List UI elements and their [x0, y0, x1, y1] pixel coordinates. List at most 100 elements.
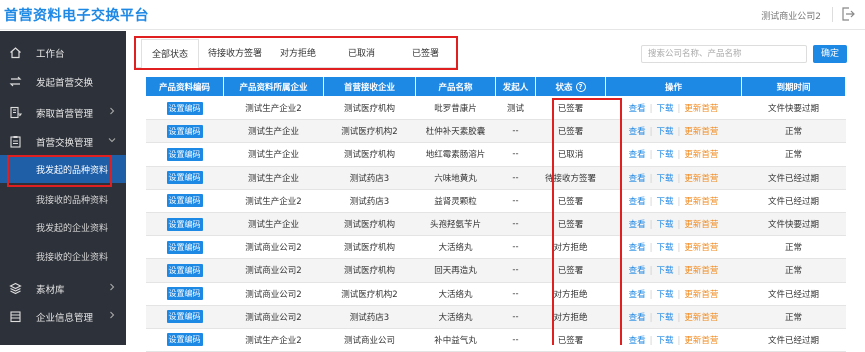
sidebar-subitem-my-initiated-companies[interactable]: 我发起的企业资料: [0, 213, 126, 241]
cell-initiator: --: [495, 212, 536, 237]
cell-owner: 测试生产企业: [223, 142, 324, 167]
sidebar: 工作台 发起首营交换 索取首营管理 首营交换管理 我发起的品种资料 我接收的品种…: [0, 31, 126, 345]
action-divider: |: [649, 243, 653, 254]
view-link[interactable]: 查看: [629, 220, 646, 230]
cell-actions: 查看 | 下载 | 更新首营: [605, 212, 742, 237]
sidebar-item-request-management[interactable]: 索取首营管理: [0, 98, 126, 126]
view-link[interactable]: 查看: [629, 150, 646, 160]
search-input[interactable]: [641, 45, 807, 63]
download-link[interactable]: 下载: [656, 174, 673, 184]
cell-receiver: 测试药店3: [323, 166, 416, 190]
logout-icon[interactable]: [841, 6, 855, 22]
cell-product: 大活络丸: [415, 282, 496, 306]
search-confirm-button[interactable]: 确定: [813, 45, 847, 63]
sidebar-item-company-info[interactable]: 企业信息管理: [0, 302, 126, 330]
download-link[interactable]: 下载: [656, 290, 673, 300]
sidebar-item-exchange-management[interactable]: 首营交换管理: [0, 127, 126, 155]
update-link[interactable]: 更新首营: [684, 150, 718, 160]
view-link[interactable]: 查看: [629, 290, 646, 300]
sidebar-item-label: 索取首营管理: [36, 109, 94, 120]
update-link[interactable]: 更新首营: [684, 104, 718, 114]
set-code-button[interactable]: 设置编码: [166, 240, 203, 254]
sidebar-item-materials[interactable]: 素材库: [0, 274, 126, 302]
column-header: 首营接收企业: [323, 76, 416, 97]
set-code-button[interactable]: 设置编码: [166, 263, 203, 277]
view-link[interactable]: 查看: [629, 313, 646, 323]
cell-receiver: 测试医疗机构: [323, 96, 416, 121]
cell-actions: 查看 | 下载 | 更新首营: [605, 189, 742, 213]
company-name[interactable]: 测试商业公司2: [761, 9, 821, 22]
table-row: 设置编码 测试生产企业2 测试商业公司 补中益气丸 -- 已签署 查看 | 下载 | 更新首营 文件已…: [145, 328, 846, 352]
cell-code: 设置编码: [145, 328, 224, 352]
help-icon[interactable]: ?: [575, 82, 586, 92]
download-link[interactable]: 下载: [656, 150, 673, 160]
cell-expiry: 文件快要过期: [741, 96, 846, 121]
update-link[interactable]: 更新首营: [684, 243, 718, 253]
cell-code: 设置编码: [145, 282, 224, 306]
table-row: 设置编码 测试生产企业 测试医疗机构2 杜仲补天素胶囊 -- 已签署 查看 | 下载 | 更新首营正…: [145, 119, 846, 144]
set-code-button[interactable]: 设置编码: [166, 287, 203, 301]
cell-owner: 测试生产企业: [223, 212, 324, 237]
set-code-button[interactable]: 设置编码: [166, 194, 203, 208]
sidebar-item-start-exchange[interactable]: 发起首营交换: [0, 67, 126, 95]
download-link[interactable]: 下载: [656, 104, 673, 114]
cell-receiver: 测试医疗机构: [323, 142, 416, 167]
download-link[interactable]: 下载: [656, 127, 673, 137]
update-link[interactable]: 更新首营: [684, 174, 718, 184]
cell-receiver: 测试药店3: [323, 305, 416, 329]
cell-owner: 测试生产企业: [223, 166, 324, 190]
update-link[interactable]: 更新首营: [684, 127, 718, 137]
table-row: 设置编码 测试生产企业2 测试药店3 益肾灵颗粒 -- 已签署 查看 | 下载 | 更新首营 文件已经…: [145, 189, 846, 213]
sidebar-item-dashboard[interactable]: 工作台: [0, 38, 126, 66]
highlight-box-sidebar: [7, 155, 112, 187]
set-code-button[interactable]: 设置编码: [166, 124, 203, 138]
table-row: 设置编码 测试商业公司2 测试医疗机构2 大活络丸 -- 对方拒绝 查看 | 下载 | 更新首营 文件…: [145, 282, 846, 306]
action-divider: |: [677, 243, 681, 254]
download-link[interactable]: 下载: [656, 197, 673, 207]
download-link[interactable]: 下载: [656, 266, 673, 276]
cell-code: 设置编码: [145, 119, 224, 144]
cell-actions: 查看 | 下载 | 更新首营: [605, 282, 742, 306]
column-header: 产品名称: [415, 76, 496, 97]
cell-initiator: --: [495, 305, 536, 329]
view-link[interactable]: 查看: [629, 104, 646, 114]
set-code-button[interactable]: 设置编码: [166, 101, 203, 115]
download-link[interactable]: 下载: [656, 336, 673, 346]
download-link[interactable]: 下载: [656, 220, 673, 230]
column-header-label: 状态: [555, 82, 573, 93]
sidebar-subitem-label: 我接收的企业资料: [36, 253, 109, 263]
sidebar-subitem-my-received-products[interactable]: 我接收的品种资料: [0, 185, 126, 213]
view-link[interactable]: 查看: [629, 197, 646, 207]
sidebar-subitem-my-received-companies[interactable]: 我接收的企业资料: [0, 242, 126, 270]
cell-expiry: 正常: [741, 305, 846, 329]
request-icon: [10, 106, 22, 119]
view-link[interactable]: 查看: [629, 243, 646, 253]
view-link[interactable]: 查看: [629, 127, 646, 137]
action-divider: |: [649, 220, 653, 231]
cell-code: 设置编码: [145, 235, 224, 260]
sidebar-item-label: 工作台: [36, 49, 65, 60]
set-code-button[interactable]: 设置编码: [166, 147, 203, 161]
column-header: 到期时间: [741, 76, 846, 97]
update-link[interactable]: 更新首营: [684, 336, 718, 346]
set-code-button[interactable]: 设置编码: [166, 171, 203, 185]
view-link[interactable]: 查看: [629, 336, 646, 346]
table-row: 设置编码 测试商业公司2 测试药店3 大活络丸 -- 对方拒绝 查看 | 下载 | 更新首营 正常: [145, 305, 846, 329]
download-link[interactable]: 下载: [656, 313, 673, 323]
table-row: 设置编码 测试生产企业 测试医疗机构 头孢羟氨苄片 -- 已签署 查看 | 下载 | 更新首营 文件快…: [145, 212, 846, 237]
update-link[interactable]: 更新首营: [684, 197, 718, 207]
update-link[interactable]: 更新首营: [684, 313, 718, 323]
set-code-button[interactable]: 设置编码: [166, 310, 203, 324]
action-divider: |: [677, 104, 681, 115]
main-content: 全部状态 待接收方签署 对方拒绝 已取消 已签署 确定 产品资料编码 产品资料所…: [126, 31, 865, 352]
cell-owner: 测试生产企业2: [223, 96, 324, 121]
view-link[interactable]: 查看: [629, 174, 646, 184]
cell-product: 大活络丸: [415, 305, 496, 329]
cell-initiator: --: [495, 235, 536, 260]
download-link[interactable]: 下载: [656, 243, 673, 253]
update-link[interactable]: 更新首营: [684, 220, 718, 230]
update-link[interactable]: 更新首营: [684, 266, 718, 276]
view-link[interactable]: 查看: [629, 266, 646, 276]
set-code-button[interactable]: 设置编码: [166, 217, 203, 231]
update-link[interactable]: 更新首营: [684, 290, 718, 300]
